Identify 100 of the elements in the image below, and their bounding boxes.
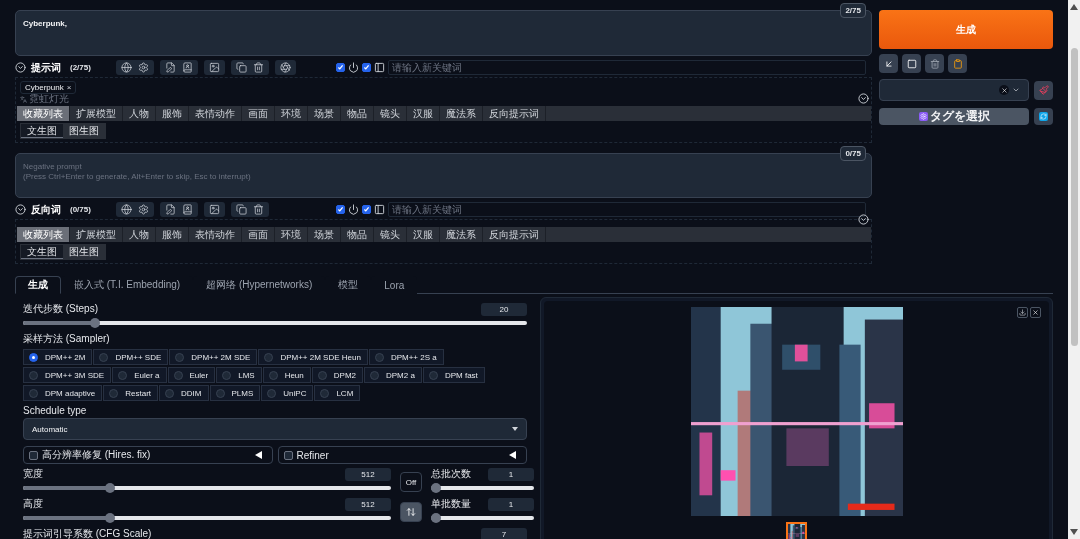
category-tab[interactable]: 反向提示词 (483, 106, 546, 121)
radio-option[interactable]: Euler (167, 367, 216, 383)
keyword-field[interactable]: 请输入新关键词 (388, 60, 866, 75)
radio-option[interactable]: DPM2 a (364, 367, 422, 383)
category-tab[interactable]: 表情动作 (189, 227, 242, 242)
radio-button[interactable] (222, 370, 232, 380)
radio-button[interactable] (267, 388, 277, 398)
number-field[interactable]: 7 (481, 527, 527, 539)
radio-button[interactable] (118, 370, 128, 380)
refresh-button[interactable] (1034, 108, 1053, 125)
slider-track[interactable] (431, 513, 534, 523)
trash-icon[interactable] (252, 62, 264, 73)
radio-option[interactable]: DPM++ 3M SDE (23, 367, 112, 383)
globe-icon[interactable] (120, 62, 132, 73)
radio-button[interactable] (165, 388, 175, 398)
scrollbar-thumb[interactable] (1070, 48, 1078, 346)
radio-option[interactable]: DPM fast (422, 367, 485, 383)
checkbox[interactable] (362, 205, 371, 214)
radio-button[interactable] (320, 388, 330, 398)
radio-option[interactable]: Heun (262, 367, 311, 383)
gear-icon[interactable] (137, 204, 149, 215)
clipboard-button[interactable] (948, 54, 967, 73)
select-tags-button[interactable]: タグを選択 (879, 108, 1029, 125)
category-tab[interactable]: 表情动作 (189, 106, 242, 121)
thumbnail[interactable] (786, 522, 807, 539)
download-button[interactable] (1017, 307, 1028, 318)
subtab[interactable]: 文生图 (21, 124, 63, 138)
radio-button[interactable] (29, 370, 38, 380)
clear-button[interactable] (999, 85, 1010, 95)
scrollbar[interactable] (1068, 0, 1080, 539)
checkbox[interactable] (336, 205, 345, 214)
radio-option[interactable]: DPM++ 2M SDE Heun (258, 349, 368, 365)
category-tab[interactable]: 人物 (123, 106, 156, 121)
category-tab[interactable]: 服饰 (156, 106, 189, 121)
category-tab[interactable]: 人物 (123, 227, 156, 242)
radio-option[interactable]: PLMS (209, 385, 261, 401)
slider-thumb[interactable] (431, 513, 441, 523)
radio-button[interactable] (374, 352, 384, 362)
document-edit-icon[interactable] (164, 62, 176, 73)
radio-button[interactable] (173, 370, 183, 380)
radio-button[interactable] (317, 370, 327, 380)
category-tab[interactable]: 服饰 (156, 227, 189, 242)
collapse-icon[interactable] (15, 204, 26, 215)
number-field[interactable]: 512 (345, 467, 391, 481)
radio-button[interactable] (268, 370, 278, 380)
radio-button[interactable] (215, 388, 225, 398)
checkbox[interactable] (336, 63, 345, 72)
category-tab[interactable]: 汉服 (407, 106, 440, 121)
category-tab[interactable]: 收藏列表 (17, 106, 70, 121)
aperture-icon[interactable] (279, 62, 291, 73)
number-field[interactable]: 1 (488, 497, 534, 511)
accordion-header[interactable]: 高分辨率修复 (Hires. fix) (23, 446, 273, 464)
category-tab[interactable]: 扩展模型 (70, 106, 123, 121)
category-tab[interactable]: 画面 (242, 227, 275, 242)
radio-option[interactable]: DPM++ SDE (93, 349, 169, 365)
checkbox[interactable] (283, 450, 293, 460)
image-icon[interactable] (208, 204, 220, 215)
main-tab[interactable]: 嵌入式 (T.I. Embedding) (61, 276, 194, 294)
subtab[interactable]: 图生图 (63, 124, 105, 138)
gear-icon[interactable] (137, 62, 149, 73)
slider-thumb[interactable] (105, 513, 116, 523)
subtab[interactable]: 文生图 (21, 245, 63, 259)
category-tab[interactable]: 物品 (341, 106, 374, 121)
slider-track[interactable] (23, 513, 391, 523)
keyword-field[interactable]: 请输入新关键词 (388, 202, 866, 217)
expand-icon[interactable] (858, 93, 869, 104)
tag-remove-button[interactable]: × (66, 83, 72, 92)
number-field[interactable]: 512 (345, 497, 391, 511)
radio-option[interactable]: DDIM (159, 385, 209, 401)
slider-track[interactable] (431, 483, 534, 493)
slider-thumb[interactable] (105, 483, 116, 493)
category-tab[interactable]: 场景 (308, 227, 341, 242)
radio-option[interactable]: LCM (314, 385, 361, 401)
radio-button[interactable] (428, 370, 438, 380)
slider-track[interactable] (23, 483, 391, 493)
category-tab[interactable]: 魔法系 (440, 106, 483, 121)
radio-button[interactable] (109, 388, 119, 398)
off-button[interactable]: Off (400, 472, 422, 492)
subtab[interactable]: 图生图 (63, 245, 105, 259)
category-tab[interactable]: 环境 (275, 106, 308, 121)
main-tab[interactable]: 生成 (15, 276, 61, 294)
document-edit-icon[interactable] (164, 204, 176, 215)
number-field[interactable]: 20 (481, 302, 527, 316)
slider-thumb[interactable] (89, 318, 100, 328)
category-tab[interactable]: 收藏列表 (17, 227, 70, 242)
checkbox[interactable] (29, 450, 38, 460)
expand-icon[interactable] (858, 214, 869, 225)
category-tab[interactable]: 物品 (341, 227, 374, 242)
radio-option[interactable]: DPM++ 2S a (368, 349, 444, 365)
number-field[interactable]: 1 (488, 467, 534, 481)
copy-icon[interactable] (235, 204, 247, 215)
radio-option[interactable]: Restart (103, 385, 159, 401)
category-tab[interactable]: 画面 (242, 106, 275, 121)
swap-button[interactable] (400, 502, 422, 522)
scroll-up-icon[interactable] (1070, 4, 1078, 10)
category-tab[interactable]: 环境 (275, 227, 308, 242)
schedule-dropdown[interactable]: Automatic (23, 418, 527, 440)
trash-button[interactable] (925, 54, 944, 73)
radio-button[interactable] (99, 352, 109, 362)
trash-icon[interactable] (252, 204, 264, 215)
